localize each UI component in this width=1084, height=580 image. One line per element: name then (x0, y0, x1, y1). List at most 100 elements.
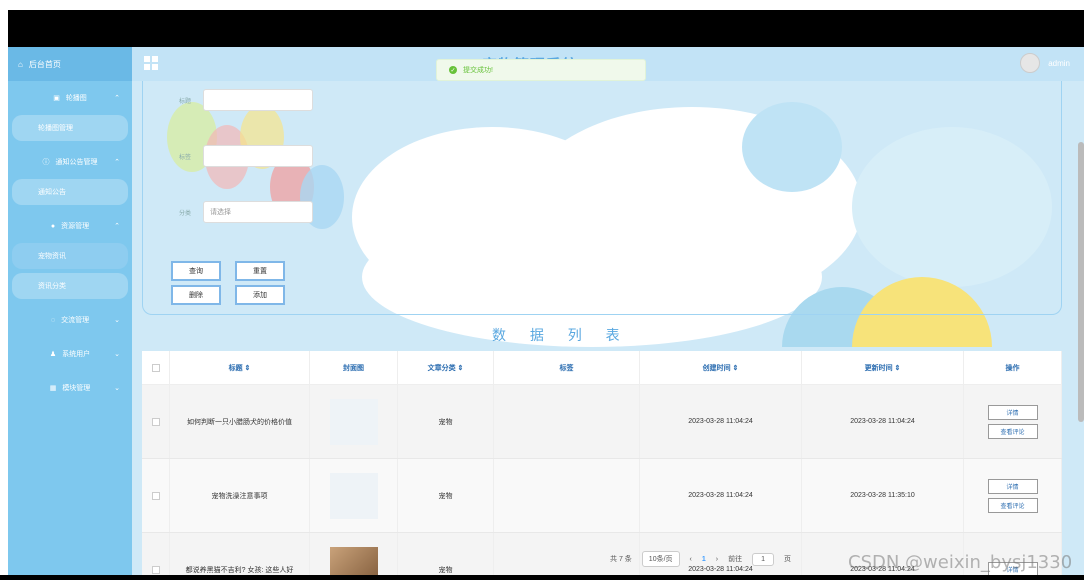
sidebar-group-label: 系统用户 (62, 351, 91, 358)
next-page-icon[interactable]: › (716, 556, 718, 563)
success-toast: ✓ 提交成功! (436, 59, 646, 81)
user-name[interactable]: admin (1048, 59, 1070, 68)
category-select[interactable]: 请选择 (203, 201, 313, 223)
row-checkbox[interactable] (151, 417, 160, 426)
detail-button[interactable]: 详情 (987, 478, 1038, 494)
query-button[interactable]: 查询 (171, 261, 221, 281)
select-all-checkbox[interactable] (151, 363, 160, 372)
sidebar-item-news-category[interactable]: 资讯分类 (12, 273, 128, 299)
category-field-row: 分类 请选择 (179, 201, 313, 223)
page-size-select[interactable]: 10条/页 (641, 551, 680, 567)
title-cell: 宠物洗澡注意事项 (170, 459, 310, 532)
chevron-up-icon: ⌃ (114, 223, 120, 230)
updated-cell: 2023-03-28 11:04:24 (802, 385, 964, 458)
scrollbar[interactable] (1078, 142, 1084, 422)
sidebar-group-resource[interactable]: ● 资源管理 ⌃ (8, 209, 132, 243)
sidebar-group-modules[interactable]: ▦ 模块管理 ⌄ (8, 371, 132, 405)
info-icon: ⓘ (42, 159, 50, 166)
home-icon: ⌂ (18, 59, 23, 69)
goto-page-input[interactable]: 1 (752, 552, 775, 566)
tag-label: 标签 (179, 154, 192, 161)
browser-top-bar (8, 10, 1084, 47)
col-cover: 封面图 (310, 351, 398, 384)
row-select-cell (142, 533, 170, 575)
menu-toggle-icon[interactable] (144, 56, 158, 70)
updated-cell: 2023-03-28 11:35:10 (802, 459, 964, 532)
bottom-bar (0, 575, 1084, 580)
col-created[interactable]: 创建时间 ⇕ (640, 351, 802, 384)
cover-image (329, 546, 378, 575)
main-content: 宠物管理系统 admin ✓ 提交成功! 标题 标签 分类 请选择 查询 重置 … (132, 47, 1084, 575)
sidebar-group-label: 模块管理 (62, 385, 91, 392)
user-icon: ♟ (49, 351, 57, 358)
table-header: 标题 ⇕ 封面图 文章分类 ⇕ 标签 创建时间 ⇕ 更新时间 ⇕ 操作 (142, 351, 1062, 385)
col-title[interactable]: 标题 ⇕ (170, 351, 310, 384)
chat-icon: ◌ (50, 316, 56, 324)
sidebar-group-exchange[interactable]: ◌ 交流管理 ⌄ (8, 303, 132, 337)
tag-cell (494, 385, 640, 458)
title-field-row: 标题 (179, 89, 313, 111)
col-category[interactable]: 文章分类 ⇕ (398, 351, 494, 384)
row-checkbox[interactable] (151, 491, 160, 500)
toast-message: 提交成功! (463, 67, 493, 74)
created-cell: 2023-03-28 11:04:24 (640, 385, 802, 458)
sidebar-group-label: 通知公告管理 (55, 159, 98, 166)
detail-button[interactable]: 详情 (987, 404, 1038, 420)
add-button[interactable]: 添加 (235, 285, 285, 305)
sidebar-item-notice[interactable]: 通知公告 (12, 179, 128, 205)
cover-cell (310, 385, 398, 458)
col-tag: 标签 (494, 351, 640, 384)
chevron-up-icon: ⌃ (114, 159, 120, 166)
actions-cell: 详情 查看评论 (964, 385, 1062, 458)
tag-input[interactable] (203, 145, 313, 167)
chevron-down-icon: ⌄ (114, 317, 120, 324)
chevron-up-icon: ⌃ (114, 95, 120, 102)
cover-cell (310, 533, 398, 575)
sidebar-home-label: 后台首页 (28, 59, 61, 69)
pager-total: 共 7 条 (610, 556, 632, 563)
list-title: 数 据 列 表 (492, 327, 630, 343)
sidebar-home[interactable]: ⌂ 后台首页 (8, 47, 132, 81)
row-select-cell (142, 459, 170, 532)
title-cell: 如何判断一只小腊肠犬的价格价值 (170, 385, 310, 458)
sidebar-group-label: 轮播图 (65, 95, 87, 102)
check-icon: ✓ (449, 66, 457, 74)
view-comments-button[interactable]: 查看评论 (987, 497, 1038, 513)
table-row: 宠物洗澡注意事项 宠物 2023-03-28 11:04:24 2023-03-… (142, 459, 1062, 533)
cover-cell (310, 459, 398, 532)
cover-image (329, 472, 378, 519)
sidebar-item-carousel-manage[interactable]: 轮播图管理 (12, 115, 128, 141)
sidebar-group-carousel[interactable]: ▣ 轮播图 ⌃ (8, 81, 132, 115)
sidebar-group-notice[interactable]: ⓘ 通知公告管理 ⌃ (8, 145, 132, 179)
tag-field-row: 标签 (179, 145, 313, 167)
sidebar-item-pet-news[interactable]: 宠物资讯 (12, 243, 128, 269)
row-checkbox[interactable] (151, 565, 160, 574)
data-table: 标题 ⇕ 封面图 文章分类 ⇕ 标签 创建时间 ⇕ 更新时间 ⇕ 操作 如何判断… (142, 351, 1062, 575)
reset-button[interactable]: 重置 (235, 261, 285, 281)
col-updated[interactable]: 更新时间 ⇕ (802, 351, 964, 384)
title-input[interactable] (203, 89, 313, 111)
sidebar-item-label: 通知公告 (38, 189, 66, 196)
title-cell: 都说养黑猫不吉利? 女孩: 这些人好 (170, 533, 310, 575)
actions-cell: 详情 查看评论 (964, 459, 1062, 532)
sidebar-item-label: 宠物资讯 (38, 253, 66, 260)
prev-page-icon[interactable]: ‹ (690, 556, 692, 563)
search-form-panel: 标题 标签 分类 请选择 查询 重置 删除 添加 (142, 81, 1062, 315)
sidebar-item-label: 轮播图管理 (38, 125, 73, 132)
category-label: 分类 (179, 210, 192, 217)
col-actions: 操作 (964, 351, 1062, 384)
grid-icon: ▦ (49, 385, 57, 392)
category-cell: 宠物 (398, 385, 494, 458)
page-number-current[interactable]: 1 (702, 556, 706, 563)
title-label: 标题 (179, 98, 192, 105)
sidebar-group-label: 交流管理 (61, 317, 90, 324)
image-icon: ▣ (53, 95, 60, 102)
table-row: 如何判断一只小腊肠犬的价格价值 宠物 2023-03-28 11:04:24 2… (142, 385, 1062, 459)
sidebar: ⌂ 后台首页 ▣ 轮播图 ⌃ 轮播图管理 ⓘ 通知公告管理 ⌃ 通知公告 ● 资… (8, 47, 132, 575)
delete-button[interactable]: 删除 (171, 285, 221, 305)
sidebar-group-label: 资源管理 (61, 223, 90, 230)
avatar[interactable] (1020, 53, 1040, 73)
view-comments-button[interactable]: 查看评论 (987, 423, 1038, 439)
sidebar-group-users[interactable]: ♟ 系统用户 ⌄ (8, 337, 132, 371)
tag-cell (494, 459, 640, 532)
